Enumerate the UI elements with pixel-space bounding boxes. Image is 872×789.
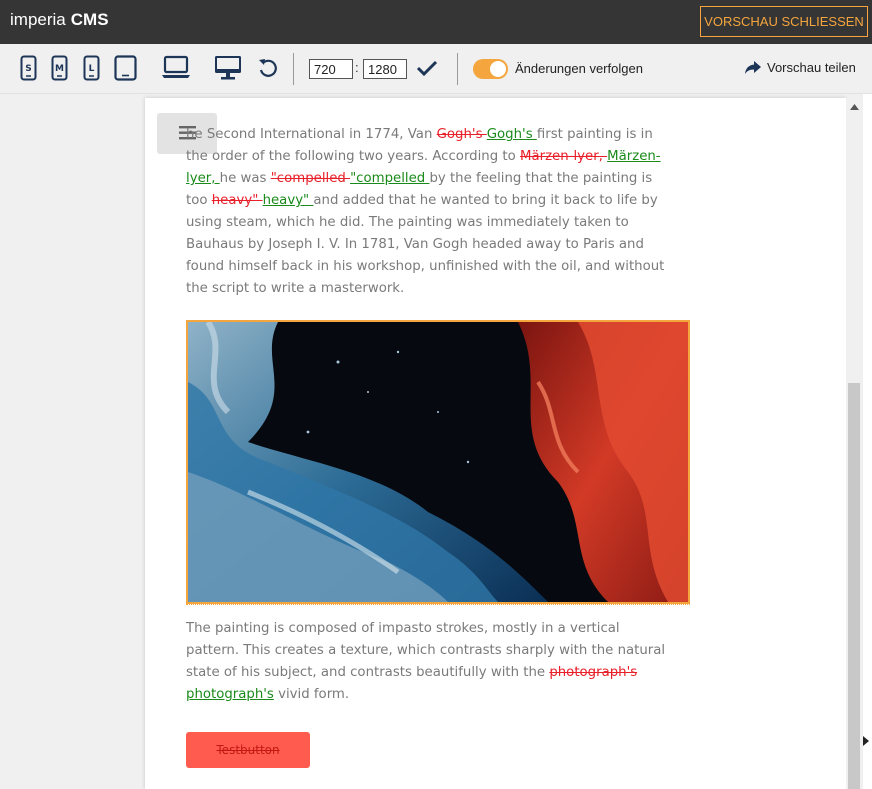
preview-canvas: he Second International in 1774, Van Gog… (0, 94, 872, 789)
brand-suffix: CMS (70, 10, 109, 29)
checkmark-icon[interactable] (416, 59, 438, 87)
viewport-height-input[interactable] (363, 59, 407, 79)
device-letter-l: L (89, 64, 95, 74)
inserted-text: heavy" (262, 193, 314, 208)
preview-page: he Second International in 1774, Van Gog… (145, 98, 846, 789)
preview-toolbar: S M L 720: 1280 Änderungen verfolgen Vo… (0, 44, 872, 94)
image-bottom-border (186, 604, 690, 605)
abstract-painting-image (186, 320, 690, 604)
dimension-separator: : (355, 60, 359, 75)
side-panel-edge (863, 94, 872, 789)
deleted-text: Gogh's (436, 127, 487, 142)
inserted-text: Gogh's (486, 127, 537, 142)
paragraph-text: he Second International in 1774, Van (186, 127, 437, 142)
scroll-up-arrow-icon[interactable] (850, 104, 859, 110)
app-logo: imperia CMS (10, 10, 109, 30)
smartphone-l-icon[interactable]: L (83, 55, 100, 83)
toolbar-separator (457, 53, 458, 85)
scrollbar-thumb[interactable] (848, 383, 860, 789)
tablet-icon[interactable] (114, 55, 137, 83)
article-paragraph-2: The painting is composed of impasto stro… (186, 618, 666, 706)
track-changes-label: Änderungen verfolgen (515, 61, 643, 76)
desktop-icon[interactable] (214, 55, 242, 83)
track-changes-toggle[interactable] (473, 59, 508, 79)
toggle-knob (490, 61, 506, 77)
inserted-text: photograph's (186, 687, 274, 702)
device-letter-m: M (55, 64, 64, 74)
deleted-text: Märzen-lyer, (519, 149, 608, 164)
share-arrow-icon (745, 61, 761, 74)
expand-side-panel-icon[interactable] (862, 736, 870, 746)
toolbar-separator (293, 53, 294, 85)
smartphone-m-icon[interactable]: M (51, 55, 68, 83)
brand-prefix: imperia (10, 10, 66, 29)
share-label: Vorschau teilen (767, 60, 856, 75)
deleted-text: photograph's (549, 665, 638, 680)
test-button[interactable]: Testbutton (186, 732, 310, 768)
smartphone-s-icon[interactable]: S (20, 55, 37, 83)
device-letter-s: S (25, 64, 31, 74)
undo-icon[interactable] (258, 55, 278, 83)
deleted-text: heavy" (211, 193, 263, 208)
paragraph-text: he was (219, 171, 271, 186)
inserted-text: "compelled (350, 171, 430, 186)
deleted-text: "compelled (270, 171, 351, 186)
laptop-icon[interactable] (161, 55, 191, 83)
close-preview-button[interactable]: VORSCHAU SCHLIESSEN (700, 6, 868, 37)
share-preview-button[interactable]: Vorschau teilen (745, 60, 856, 75)
article-paragraph-1: he Second International in 1774, Van Gog… (186, 124, 666, 300)
paragraph-text: and added that he wanted to bring it bac… (186, 193, 665, 296)
app-header: imperia CMS VORSCHAU SCHLIESSEN (0, 0, 872, 44)
paragraph-text: vivid form. (273, 687, 350, 702)
vertical-scrollbar[interactable] (846, 98, 863, 789)
viewport-width-input[interactable] (309, 59, 353, 79)
